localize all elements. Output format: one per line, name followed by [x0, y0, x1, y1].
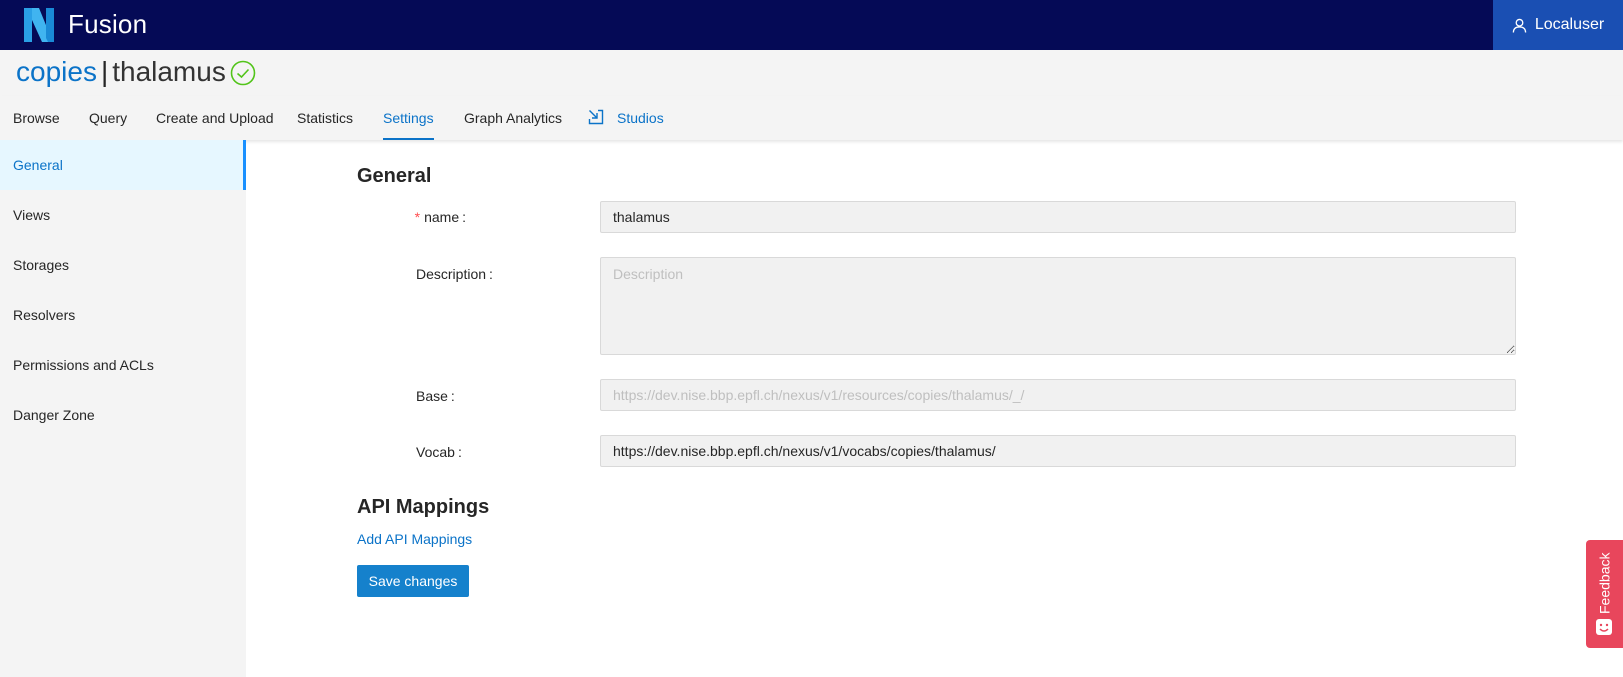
- settings-sidebar: General Views Storages Resolvers Permiss…: [0, 140, 246, 677]
- page-title: copies | thalamus: [16, 56, 226, 88]
- name-field[interactable]: [600, 201, 1516, 233]
- name-label: * name:: [410, 209, 466, 225]
- user-icon: [1512, 18, 1527, 33]
- tab-statistics[interactable]: Statistics: [297, 96, 353, 140]
- required-mark: *: [414, 209, 421, 225]
- smile-icon: [1596, 619, 1612, 635]
- tab-settings[interactable]: Settings: [383, 96, 434, 140]
- user-name: Localuser: [1534, 16, 1605, 33]
- vocab-label-text: Vocab: [416, 444, 455, 460]
- project-tabs: Browse Query Create and Upload Statistic…: [0, 96, 1623, 140]
- label-colon: :: [450, 388, 455, 404]
- title-separator: |: [100, 56, 109, 87]
- feedback-button[interactable]: Feedback: [1586, 540, 1623, 648]
- tab-query[interactable]: Query: [89, 96, 127, 140]
- sidebar-item-permissions-and-acls[interactable]: Permissions and ACLs: [0, 340, 246, 390]
- nexus-logo-icon[interactable]: [24, 8, 54, 42]
- tab-studios[interactable]: Studios: [617, 96, 664, 140]
- sidebar-item-views[interactable]: Views: [0, 190, 246, 240]
- sidebar-item-resolvers[interactable]: Resolvers: [0, 290, 246, 340]
- vocab-field[interactable]: [600, 435, 1516, 467]
- check-circle-icon: [230, 60, 256, 86]
- vocab-label: Vocab:: [410, 444, 496, 460]
- description-field[interactable]: [600, 257, 1516, 355]
- base-label-text: Base: [416, 388, 448, 404]
- tab-graph-analytics[interactable]: Graph Analytics: [464, 96, 562, 140]
- save-changes-button[interactable]: Save changes: [357, 565, 469, 597]
- api-mappings-title: API Mappings: [357, 496, 490, 518]
- base-field[interactable]: [600, 379, 1516, 411]
- studio-icon[interactable]: [588, 109, 604, 125]
- base-label: Base:: [410, 388, 496, 404]
- label-colon: :: [457, 444, 462, 460]
- sidebar-item-general[interactable]: General: [0, 140, 246, 190]
- add-api-mappings-link[interactable]: Add API Mappings: [357, 531, 472, 547]
- general-section-title: General: [357, 165, 432, 187]
- app-name[interactable]: Fusion: [68, 9, 147, 40]
- description-label: Description:: [410, 266, 496, 282]
- top-bar: Fusion Localuser: [0, 0, 1623, 50]
- user-menu-button[interactable]: Localuser: [1493, 0, 1623, 50]
- project-title-bar: copies | thalamus: [0, 50, 1623, 96]
- org-link[interactable]: copies: [16, 56, 97, 87]
- label-colon: :: [489, 266, 493, 282]
- tab-browse[interactable]: Browse: [13, 96, 60, 140]
- project-name: thalamus: [112, 56, 226, 87]
- description-label-text: Description: [416, 266, 487, 282]
- sidebar-item-danger-zone[interactable]: Danger Zone: [0, 390, 246, 440]
- sidebar-item-storages[interactable]: Storages: [0, 240, 246, 290]
- feedback-label: Feedback: [1596, 552, 1613, 614]
- label-colon: :: [462, 209, 466, 225]
- tab-create-and-upload[interactable]: Create and Upload: [156, 96, 274, 140]
- name-label-text: name: [424, 209, 460, 225]
